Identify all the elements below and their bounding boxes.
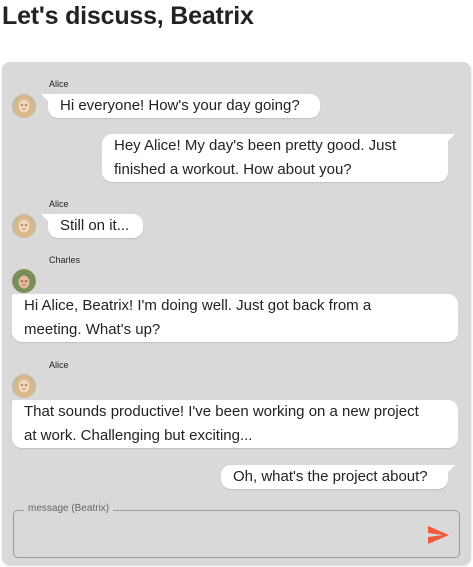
message-text-line: meeting. What's up?	[24, 321, 161, 338]
message-bubble: Still on it...	[41, 214, 143, 238]
message-text: Oh, what's the project about?	[233, 468, 428, 485]
message-text-line: That sounds productive! I've been workin…	[24, 403, 419, 420]
message-text: Hi everyone! How's your day going?	[60, 97, 300, 114]
send-button[interactable]	[426, 523, 450, 547]
send-icon	[428, 526, 449, 544]
message-text-line: Hey Alice! My day's been pretty good. Ju…	[114, 137, 397, 154]
sender-name: Charles	[49, 255, 81, 265]
sender-name: Alice	[49, 79, 69, 89]
page-title: Let's discuss, Beatrix	[2, 2, 254, 30]
avatar-alice	[12, 374, 36, 398]
sender-name: Alice	[49, 360, 69, 370]
message-field-label: message (Beatrix)	[24, 503, 114, 514]
message-composer[interactable]: message (Beatrix)	[13, 503, 460, 558]
avatar-charles	[12, 269, 36, 293]
message-bubble: Oh, what's the project about?	[221, 465, 455, 489]
message-text-line: at work. Challenging but exciting...	[24, 427, 253, 444]
message-bubble: Hi Alice, Beatrix! I'm doing well. Just …	[12, 294, 458, 342]
message-bubble: Hey Alice! My day's been pretty good. Ju…	[102, 134, 455, 182]
sender-name: Alice	[49, 199, 69, 209]
chat-panel: Alice Hi everyone! How's your day going?…	[2, 62, 471, 565]
message-input[interactable]	[24, 523, 418, 549]
message-bubble: That sounds productive! I've been workin…	[12, 400, 458, 448]
message-bubble: Hi everyone! How's your day going?	[41, 94, 320, 118]
avatar-alice	[12, 94, 36, 118]
message-text: Still on it...	[60, 217, 130, 234]
message-text-line: finished a workout. How about you?	[114, 161, 352, 178]
message-text-line: Hi Alice, Beatrix! I'm doing well. Just …	[24, 297, 372, 314]
avatar-alice	[12, 214, 36, 238]
